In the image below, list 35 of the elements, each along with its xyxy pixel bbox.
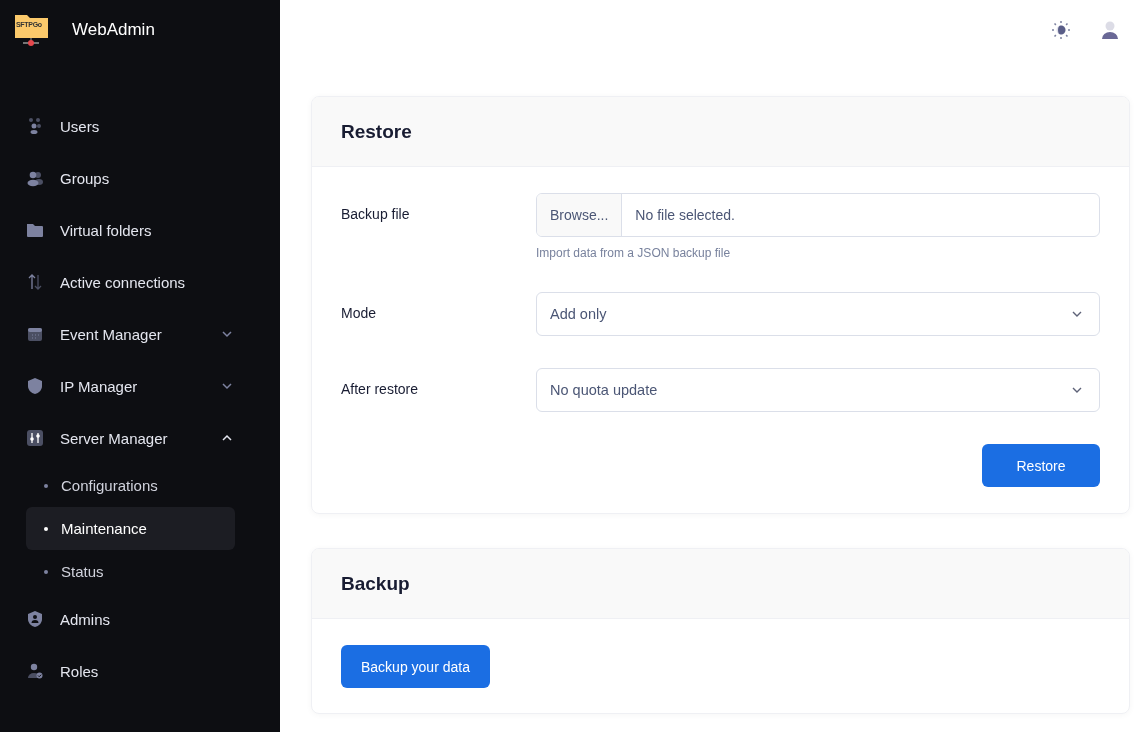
field-label: After restore bbox=[341, 380, 420, 399]
field-hint: Import data from a JSON backup file bbox=[536, 246, 732, 260]
sidebar-item[interactable]: IP Manager bbox=[26, 360, 235, 412]
field-label: Backup file bbox=[341, 205, 411, 224]
users-icon bbox=[26, 117, 44, 135]
calendar-icon bbox=[26, 325, 44, 343]
app-title: WebAdmin bbox=[72, 20, 155, 40]
sidebar-item[interactable]: Server Manager bbox=[26, 412, 235, 464]
arrows-icon bbox=[26, 273, 44, 291]
sliders-icon bbox=[26, 429, 44, 447]
file-input[interactable]: Browse... No file selected. bbox=[536, 193, 1100, 237]
sidebar-item[interactable]: Virtual folders bbox=[26, 204, 235, 256]
card-title: Backup bbox=[341, 572, 410, 595]
card-title: Restore bbox=[341, 120, 412, 143]
sidebar-item[interactable]: Groups bbox=[26, 152, 235, 204]
sidebar-subitem[interactable]: Configurations bbox=[26, 464, 235, 507]
sidebar-item[interactable]: Users bbox=[26, 100, 235, 152]
sidebar-item[interactable]: Roles bbox=[26, 645, 235, 697]
user-account-icon[interactable] bbox=[1100, 20, 1120, 40]
theme-toggle-icon[interactable] bbox=[1051, 20, 1071, 40]
backup-button[interactable]: Backup your data bbox=[341, 645, 490, 688]
after-restore-select[interactable]: No quota update bbox=[536, 368, 1100, 412]
shield-user-icon bbox=[26, 610, 44, 628]
sidebar-subitem[interactable]: Maintenance bbox=[26, 507, 235, 550]
user-check-icon bbox=[26, 662, 44, 680]
restore-button[interactable]: Restore bbox=[982, 444, 1100, 487]
mode-select[interactable]: Add only bbox=[536, 292, 1100, 336]
sidebar-item[interactable]: Admins bbox=[26, 593, 235, 645]
groups-icon bbox=[26, 169, 44, 187]
sidebar-subitem[interactable]: Status bbox=[26, 550, 235, 593]
sidebar-item[interactable]: Event Manager bbox=[26, 308, 235, 360]
field-label: Mode bbox=[341, 304, 378, 323]
sidebar-item[interactable]: Active connections bbox=[26, 256, 235, 308]
folder-icon bbox=[26, 221, 44, 239]
shield-icon bbox=[26, 377, 44, 395]
